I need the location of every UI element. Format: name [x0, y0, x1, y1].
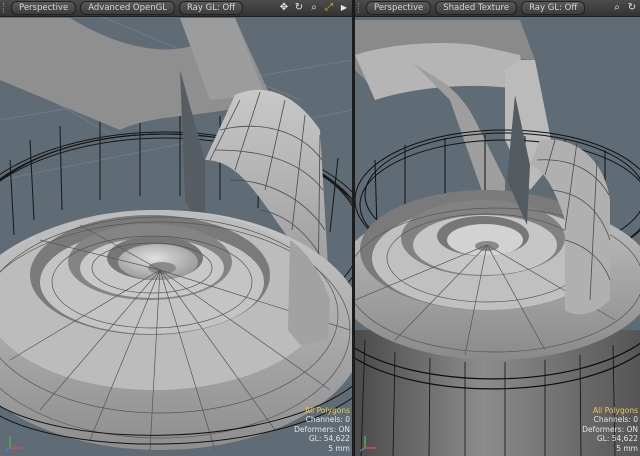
rotate-view-icon[interactable]: ↻ — [293, 1, 305, 14]
move-view-icon[interactable]: ✥ — [278, 1, 290, 14]
selection-mode-text: All Polygons — [592, 405, 638, 415]
channels-text: Channels: 0 — [593, 415, 638, 425]
channels-text: Channels: 0 — [305, 415, 350, 425]
grid-scale-text: 5 mm — [616, 443, 638, 453]
deformers-text: Deformers: ON — [294, 424, 350, 434]
fit-view-icon[interactable]: ⤢ — [323, 1, 335, 14]
viewport-scene-right[interactable] — [355, 0, 640, 456]
zoom-view-icon[interactable]: ⌕ — [308, 1, 320, 14]
view-type-button[interactable]: Perspective — [11, 1, 77, 15]
viewport-info-overlay: All Polygons Channels: 0 Deformers: ON G… — [294, 406, 350, 453]
zoom-view-icon[interactable]: ⌕ — [611, 1, 623, 14]
viewport-menu-icon[interactable]: ▶ — [338, 1, 350, 14]
viewport-right[interactable]: Perspective Shaded Texture Ray GL: Off ⌕… — [355, 0, 640, 456]
gl-count-text: GL: 54,622 — [308, 434, 350, 444]
shading-mode-button[interactable]: Shaded Texture — [435, 1, 518, 15]
toolbar-grip[interactable] — [3, 3, 7, 13]
axis-gizmo-icon — [4, 436, 21, 452]
gl-count-text: GL: 54,622 — [596, 434, 638, 444]
ray-gl-button[interactable]: Ray GL: Off — [521, 1, 586, 15]
ray-gl-button[interactable]: Ray GL: Off — [178, 1, 244, 15]
viewport-toolbar-right: Perspective Shaded Texture Ray GL: Off ⌕… — [355, 0, 640, 17]
deformers-text: Deformers: ON — [582, 424, 638, 434]
viewport-nav-icons: ⌕ ↻ — [611, 1, 638, 14]
selection-mode-text: All Polygons — [304, 405, 350, 415]
viewport-nav-icons: ✥ ↻ ⌕ ⤢ ▶ — [278, 1, 350, 14]
axis-gizmo-icon — [359, 436, 376, 452]
viewport-info-overlay: All Polygons Channels: 0 Deformers: ON G… — [582, 406, 638, 453]
viewport-scene-left[interactable] — [0, 0, 352, 456]
shading-mode-button[interactable]: Advanced OpenGL — [80, 1, 175, 15]
rotate-view-icon[interactable]: ↻ — [626, 1, 638, 14]
view-type-button[interactable]: Perspective — [366, 1, 432, 15]
viewport-toolbar-left: Perspective Advanced OpenGL Ray GL: Off … — [0, 0, 352, 17]
grid-scale-text: 5 mm — [328, 443, 350, 453]
toolbar-grip[interactable] — [358, 3, 362, 13]
viewport-left[interactable]: Perspective Advanced OpenGL Ray GL: Off … — [0, 0, 352, 456]
